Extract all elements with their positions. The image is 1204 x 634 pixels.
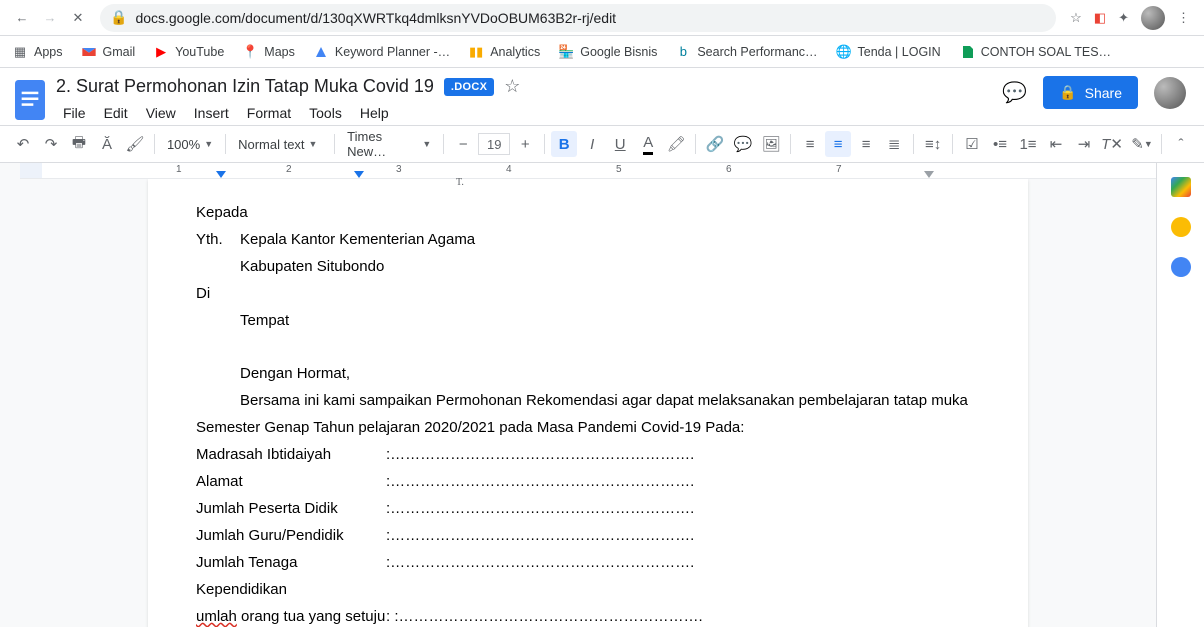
undo-button[interactable]: ↶ [10, 131, 36, 157]
menu-help[interactable]: Help [353, 101, 396, 125]
align-center-button[interactable]: ≡ [825, 131, 851, 157]
comment-button[interactable]: 💬 [730, 131, 756, 157]
address-bar[interactable]: 🔒 docs.google.com/document/d/130qXWRTkq4… [100, 4, 1056, 32]
hide-menus-button[interactable]: ˆ [1168, 131, 1194, 157]
bold-button[interactable]: B [551, 131, 577, 157]
line-kab: Kabupaten Situbondo [240, 253, 980, 280]
calendar-icon[interactable] [1171, 177, 1191, 197]
star-icon[interactable]: ☆ [1070, 10, 1082, 26]
profile-avatar[interactable] [1141, 6, 1165, 30]
toolbar: ↶ ↷ 🖶 Ă 🖌 100%▼ Normal text▼ Times New…▼… [0, 125, 1204, 163]
f6-label: umlah orang tua yang setuju [196, 603, 386, 627]
extensions-icon[interactable]: ✦ [1118, 10, 1129, 26]
fontsize-input[interactable]: 19 [478, 133, 510, 155]
bm-apps[interactable]: ▦Apps [12, 44, 63, 60]
bm-contoh[interactable]: CONTOH SOAL TES… [959, 44, 1111, 60]
highlight-button[interactable]: 🖍 [663, 131, 689, 157]
menu-view[interactable]: View [139, 101, 183, 125]
star-doc-icon[interactable]: ☆ [504, 76, 520, 97]
indent-decrease-button[interactable]: ⇤ [1043, 131, 1069, 157]
clear-format-button[interactable]: T✕ [1099, 131, 1125, 157]
number-list-button[interactable]: 1≡ [1015, 131, 1041, 157]
share-button[interactable]: 🔒 Share [1043, 76, 1138, 109]
bm-search[interactable]: bSearch Performanc… [675, 44, 817, 60]
bm-bisnis[interactable]: 🏪Google Bisnis [558, 44, 657, 60]
menu-format[interactable]: Format [240, 101, 298, 125]
spellcheck-button[interactable]: Ă [94, 131, 120, 157]
nav-back[interactable]: ← [8, 4, 36, 32]
fontsize-increase[interactable]: + [512, 131, 538, 157]
comments-icon[interactable]: 💬 [1002, 80, 1027, 105]
indent-increase-button[interactable]: ⇥ [1071, 131, 1097, 157]
f4-label: Jumlah Guru/Pendidik [196, 522, 356, 549]
f1-label: Madrasah Ibtidaiyah [196, 441, 356, 468]
line-p1: Bersama ini kami sampaikan Permohonan Re… [240, 387, 980, 414]
f2-label: Alamat [196, 468, 356, 495]
ruler[interactable]: 1 2 3 4 5 6 7 T. [20, 163, 1156, 179]
f2-val: :……………………………………………………. [386, 468, 694, 495]
style-dropdown[interactable]: Normal text▼ [232, 131, 328, 157]
lock-icon: 🔒 [110, 9, 127, 26]
user-avatar[interactable] [1154, 77, 1186, 109]
nav-stop[interactable]: ✕ [64, 4, 92, 32]
doc-title[interactable]: 2. Surat Permohonan Izin Tatap Muka Covi… [56, 76, 434, 97]
line-yth: Yth. [196, 226, 240, 253]
line-kepala: Kepala Kantor Kementerian Agama [240, 226, 475, 253]
bm-analytics[interactable]: ▮▮Analytics [468, 44, 540, 60]
align-right-button[interactable]: ≡ [853, 131, 879, 157]
editing-mode-button[interactable]: ✎ ▼ [1129, 131, 1155, 157]
side-panel [1156, 163, 1204, 627]
f6-val: : :……………………………………………………. [386, 603, 703, 627]
bm-tenda[interactable]: 🌐Tenda | LOGIN [836, 44, 941, 60]
checklist-button[interactable]: ☑ [959, 131, 985, 157]
link-button[interactable]: 🔗 [702, 131, 728, 157]
line-spacing-button[interactable]: ≡↕ [920, 131, 946, 157]
italic-button[interactable]: I [579, 131, 605, 157]
bookmarks-bar: ▦Apps Gmail ▶YouTube 📍Maps Keyword Plann… [0, 36, 1204, 68]
lock-share-icon: 🔒 [1059, 84, 1076, 101]
menu-file[interactable]: File [56, 101, 93, 125]
f5-label: Jumlah Tenaga Kependidikan [196, 549, 386, 603]
menu-bar: File Edit View Insert Format Tools Help [56, 101, 1002, 125]
f4-val: :……………………………………………………. [386, 522, 694, 549]
line-kepada: Kepada [196, 199, 980, 226]
font-dropdown[interactable]: Times New…▼ [341, 131, 437, 157]
bm-keyword[interactable]: Keyword Planner -… [313, 44, 450, 60]
zoom-dropdown[interactable]: 100%▼ [161, 131, 219, 157]
text-color-button[interactable]: A [635, 131, 661, 157]
url-text: docs.google.com/document/d/130qXWRTkq4dm… [135, 10, 616, 26]
image-button[interactable]: 🖼 [758, 131, 784, 157]
line-di: Di [196, 280, 980, 307]
document-page[interactable]: Kepada Yth. Kepala Kantor Kementerian Ag… [148, 179, 1028, 627]
bullet-list-button[interactable]: •≡ [987, 131, 1013, 157]
tasks-icon[interactable] [1171, 257, 1191, 277]
f3-val: :……………………………………………………. [386, 495, 694, 522]
docx-badge: .DOCX [444, 78, 494, 96]
print-button[interactable]: 🖶 [66, 131, 92, 157]
ext-icon[interactable]: ◧ [1094, 10, 1106, 26]
keep-icon[interactable] [1171, 217, 1191, 237]
underline-button[interactable]: U [607, 131, 633, 157]
redo-button[interactable]: ↷ [38, 131, 64, 157]
bm-youtube[interactable]: ▶YouTube [153, 44, 224, 60]
line-p2: Semester Genap Tahun pelajaran 2020/2021… [196, 414, 980, 441]
f5-val: :……………………………………………………. [386, 549, 694, 603]
line-hormat: Dengan Hormat, [240, 360, 980, 387]
align-justify-button[interactable]: ≣ [881, 131, 907, 157]
chrome-menu-icon[interactable]: ⋮ [1177, 10, 1190, 26]
nav-forward[interactable]: → [36, 4, 64, 32]
fontsize-decrease[interactable]: − [450, 131, 476, 157]
menu-edit[interactable]: Edit [97, 101, 135, 125]
line-tempat: Tempat [240, 307, 980, 334]
menu-insert[interactable]: Insert [187, 101, 236, 125]
docs-logo[interactable] [12, 76, 48, 124]
bm-maps[interactable]: 📍Maps [242, 44, 295, 60]
f1-val: :……………………………………………………. [386, 441, 694, 468]
menu-tools[interactable]: Tools [302, 101, 349, 125]
paint-format-button[interactable]: 🖌 [122, 131, 148, 157]
align-left-button[interactable]: ≡ [797, 131, 823, 157]
f3-label: Jumlah Peserta Didik [196, 495, 356, 522]
bm-gmail[interactable]: Gmail [81, 44, 136, 60]
